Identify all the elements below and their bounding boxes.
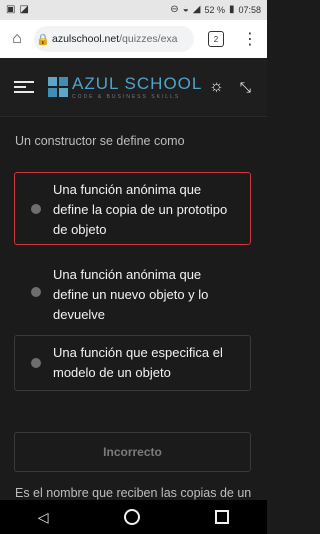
notification-icon: ◪ bbox=[19, 4, 29, 15]
lock-icon: 🔒 bbox=[36, 33, 50, 46]
address-bar[interactable]: 🔒 azulschool.net/quizzes/exa bbox=[34, 26, 194, 52]
result-button[interactable]: Incorrecto bbox=[14, 432, 251, 472]
back-icon[interactable]: ◁ bbox=[38, 509, 49, 526]
answer-label: Una función que especifica el modelo de … bbox=[53, 345, 223, 380]
answer-option[interactable]: Una función que especifica el modelo de … bbox=[14, 335, 251, 391]
logo-mark-icon bbox=[48, 77, 68, 97]
browser-toolbar: ⌂ 🔒 azulschool.net/quizzes/exa 2 ⋮ bbox=[0, 20, 267, 58]
logo-title: AZUL SCHOOL bbox=[72, 73, 203, 93]
clock: 07:58 bbox=[238, 5, 261, 15]
battery-level: 52 % bbox=[204, 5, 225, 15]
url-text: azulschool.net/quizzes/exa bbox=[52, 33, 178, 45]
answer-option[interactable]: Una función anónima que define un nuevo … bbox=[14, 257, 251, 327]
radio-button[interactable] bbox=[31, 203, 41, 214]
status-bar: ▣ ◪ ⊖ ◒ ◢ 52 % ▮ 07:58 bbox=[0, 0, 267, 20]
wifi-icon: ◒ bbox=[182, 4, 189, 15]
home-icon[interactable]: ⌂ bbox=[0, 30, 34, 48]
sun-icon[interactable]: ☼ bbox=[209, 78, 224, 96]
quiz-content: Un constructor se define como Una funció… bbox=[0, 117, 267, 500]
battery-icon: ▮ bbox=[228, 4, 235, 15]
next-question-text: Es el nombre que reciben las copias de u… bbox=[15, 486, 252, 500]
more-options-icon[interactable]: ⋮ bbox=[242, 29, 258, 49]
collapse-icon[interactable]: ⤡ bbox=[240, 79, 251, 96]
radio-button[interactable] bbox=[31, 358, 41, 368]
tab-switcher-button[interactable]: 2 bbox=[208, 31, 224, 47]
home-circle-icon[interactable] bbox=[123, 509, 140, 525]
logo[interactable]: AZUL SCHOOL CODE & BUSINESS SKILLS bbox=[48, 75, 202, 100]
question-text: Un constructor se define como bbox=[15, 134, 185, 148]
radio-button[interactable] bbox=[31, 287, 41, 297]
answer-option[interactable]: Una función anónima que define la copia … bbox=[14, 172, 251, 245]
notification-icon: ▣ bbox=[6, 4, 16, 15]
signal-icon: ◢ bbox=[192, 4, 201, 15]
logo-subtitle: CODE & BUSINESS SKILLS bbox=[72, 93, 181, 100]
answer-label: Una función anónima que define un nuevo … bbox=[53, 267, 209, 322]
hamburger-icon[interactable] bbox=[14, 78, 34, 96]
answer-label: Una función anónima que define la copia … bbox=[53, 182, 228, 237]
recent-apps-icon[interactable] bbox=[215, 510, 230, 524]
app-header: AZUL SCHOOL CODE & BUSINESS SKILLS ☼ ⤡ bbox=[0, 58, 267, 117]
do-not-disturb-icon: ⊖ bbox=[170, 4, 179, 15]
system-nav-bar: ◁ bbox=[0, 500, 267, 534]
